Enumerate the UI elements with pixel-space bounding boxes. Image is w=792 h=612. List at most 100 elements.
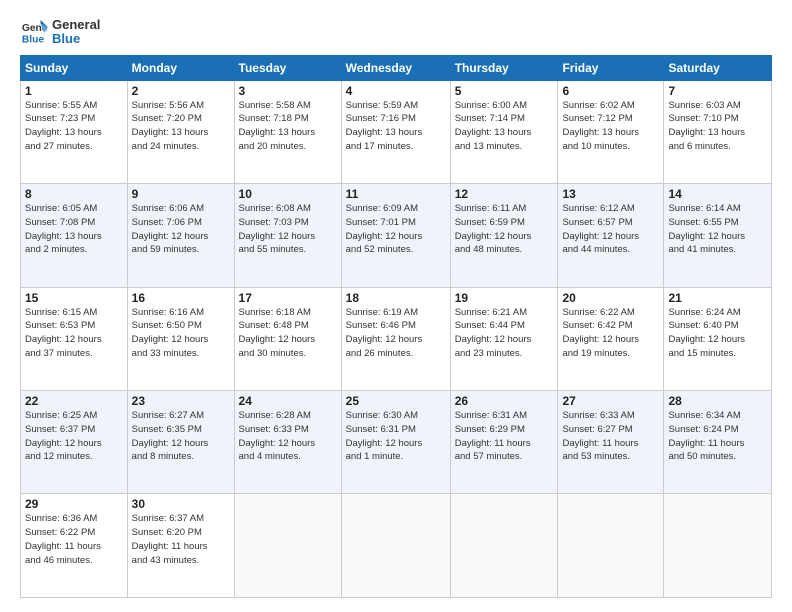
calendar-cell: 2Sunrise: 5:56 AM Sunset: 7:20 PM Daylig… [127,80,234,183]
calendar-cell [450,494,558,598]
logo-icon: General Blue [20,18,48,46]
calendar-cell: 10Sunrise: 6:08 AM Sunset: 7:03 PM Dayli… [234,184,341,287]
day-number: 8 [25,187,123,201]
calendar-cell: 16Sunrise: 6:16 AM Sunset: 6:50 PM Dayli… [127,287,234,390]
calendar-cell: 22Sunrise: 6:25 AM Sunset: 6:37 PM Dayli… [21,391,128,494]
day-number: 29 [25,497,123,511]
logo-text-blue: Blue [52,32,100,46]
day-info: Sunrise: 6:00 AM Sunset: 7:14 PM Dayligh… [455,99,554,154]
calendar-cell: 20Sunrise: 6:22 AM Sunset: 6:42 PM Dayli… [558,287,664,390]
day-info: Sunrise: 6:25 AM Sunset: 6:37 PM Dayligh… [25,409,123,464]
calendar-week-2: 8Sunrise: 6:05 AM Sunset: 7:08 PM Daylig… [21,184,772,287]
page: General Blue General Blue SundayMondayTu… [0,0,792,612]
calendar-cell: 24Sunrise: 6:28 AM Sunset: 6:33 PM Dayli… [234,391,341,494]
calendar-header-sunday: Sunday [21,55,128,80]
day-number: 14 [668,187,767,201]
day-number: 10 [239,187,337,201]
calendar-cell: 6Sunrise: 6:02 AM Sunset: 7:12 PM Daylig… [558,80,664,183]
calendar-cell: 30Sunrise: 6:37 AM Sunset: 6:20 PM Dayli… [127,494,234,598]
day-info: Sunrise: 6:16 AM Sunset: 6:50 PM Dayligh… [132,306,230,361]
day-number: 13 [562,187,659,201]
logo: General Blue General Blue [20,18,100,47]
calendar-cell [341,494,450,598]
calendar-cell: 11Sunrise: 6:09 AM Sunset: 7:01 PM Dayli… [341,184,450,287]
calendar-header-tuesday: Tuesday [234,55,341,80]
day-number: 1 [25,84,123,98]
day-number: 30 [132,497,230,511]
day-number: 17 [239,291,337,305]
calendar-cell: 14Sunrise: 6:14 AM Sunset: 6:55 PM Dayli… [664,184,772,287]
header: General Blue General Blue [20,18,772,47]
calendar-cell [558,494,664,598]
calendar-week-5: 29Sunrise: 6:36 AM Sunset: 6:22 PM Dayli… [21,494,772,598]
calendar-cell: 7Sunrise: 6:03 AM Sunset: 7:10 PM Daylig… [664,80,772,183]
day-number: 16 [132,291,230,305]
day-number: 11 [346,187,446,201]
calendar-cell: 21Sunrise: 6:24 AM Sunset: 6:40 PM Dayli… [664,287,772,390]
day-info: Sunrise: 6:18 AM Sunset: 6:48 PM Dayligh… [239,306,337,361]
day-number: 15 [25,291,123,305]
calendar-header-monday: Monday [127,55,234,80]
day-info: Sunrise: 6:02 AM Sunset: 7:12 PM Dayligh… [562,99,659,154]
day-info: Sunrise: 6:30 AM Sunset: 6:31 PM Dayligh… [346,409,446,464]
day-number: 24 [239,394,337,408]
day-info: Sunrise: 6:27 AM Sunset: 6:35 PM Dayligh… [132,409,230,464]
day-number: 5 [455,84,554,98]
day-info: Sunrise: 6:14 AM Sunset: 6:55 PM Dayligh… [668,202,767,257]
day-info: Sunrise: 5:59 AM Sunset: 7:16 PM Dayligh… [346,99,446,154]
day-number: 23 [132,394,230,408]
day-info: Sunrise: 6:11 AM Sunset: 6:59 PM Dayligh… [455,202,554,257]
day-info: Sunrise: 6:22 AM Sunset: 6:42 PM Dayligh… [562,306,659,361]
day-number: 20 [562,291,659,305]
day-info: Sunrise: 5:55 AM Sunset: 7:23 PM Dayligh… [25,99,123,154]
day-number: 3 [239,84,337,98]
day-info: Sunrise: 6:05 AM Sunset: 7:08 PM Dayligh… [25,202,123,257]
calendar-table: SundayMondayTuesdayWednesdayThursdayFrid… [20,55,772,598]
day-number: 19 [455,291,554,305]
calendar-cell: 15Sunrise: 6:15 AM Sunset: 6:53 PM Dayli… [21,287,128,390]
day-number: 21 [668,291,767,305]
day-number: 4 [346,84,446,98]
calendar-header-row: SundayMondayTuesdayWednesdayThursdayFrid… [21,55,772,80]
day-info: Sunrise: 6:15 AM Sunset: 6:53 PM Dayligh… [25,306,123,361]
calendar-cell: 29Sunrise: 6:36 AM Sunset: 6:22 PM Dayli… [21,494,128,598]
day-info: Sunrise: 6:21 AM Sunset: 6:44 PM Dayligh… [455,306,554,361]
day-info: Sunrise: 6:08 AM Sunset: 7:03 PM Dayligh… [239,202,337,257]
calendar-cell: 4Sunrise: 5:59 AM Sunset: 7:16 PM Daylig… [341,80,450,183]
calendar-cell: 26Sunrise: 6:31 AM Sunset: 6:29 PM Dayli… [450,391,558,494]
day-info: Sunrise: 5:56 AM Sunset: 7:20 PM Dayligh… [132,99,230,154]
calendar-week-4: 22Sunrise: 6:25 AM Sunset: 6:37 PM Dayli… [21,391,772,494]
day-number: 25 [346,394,446,408]
day-number: 28 [668,394,767,408]
calendar-header-thursday: Thursday [450,55,558,80]
day-number: 6 [562,84,659,98]
day-info: Sunrise: 5:58 AM Sunset: 7:18 PM Dayligh… [239,99,337,154]
calendar-cell: 8Sunrise: 6:05 AM Sunset: 7:08 PM Daylig… [21,184,128,287]
day-number: 9 [132,187,230,201]
calendar-cell: 5Sunrise: 6:00 AM Sunset: 7:14 PM Daylig… [450,80,558,183]
calendar-cell: 18Sunrise: 6:19 AM Sunset: 6:46 PM Dayli… [341,287,450,390]
day-info: Sunrise: 6:31 AM Sunset: 6:29 PM Dayligh… [455,409,554,464]
svg-text:Blue: Blue [22,35,45,46]
calendar-cell: 9Sunrise: 6:06 AM Sunset: 7:06 PM Daylig… [127,184,234,287]
calendar-header-wednesday: Wednesday [341,55,450,80]
calendar-cell [234,494,341,598]
calendar-cell: 23Sunrise: 6:27 AM Sunset: 6:35 PM Dayli… [127,391,234,494]
day-info: Sunrise: 6:19 AM Sunset: 6:46 PM Dayligh… [346,306,446,361]
calendar-header-saturday: Saturday [664,55,772,80]
calendar-week-3: 15Sunrise: 6:15 AM Sunset: 6:53 PM Dayli… [21,287,772,390]
calendar-cell: 17Sunrise: 6:18 AM Sunset: 6:48 PM Dayli… [234,287,341,390]
calendar-cell: 13Sunrise: 6:12 AM Sunset: 6:57 PM Dayli… [558,184,664,287]
calendar-cell: 1Sunrise: 5:55 AM Sunset: 7:23 PM Daylig… [21,80,128,183]
day-number: 18 [346,291,446,305]
day-number: 22 [25,394,123,408]
calendar-cell: 3Sunrise: 5:58 AM Sunset: 7:18 PM Daylig… [234,80,341,183]
calendar-cell: 12Sunrise: 6:11 AM Sunset: 6:59 PM Dayli… [450,184,558,287]
day-info: Sunrise: 6:24 AM Sunset: 6:40 PM Dayligh… [668,306,767,361]
day-number: 12 [455,187,554,201]
calendar-cell [664,494,772,598]
day-info: Sunrise: 6:37 AM Sunset: 6:20 PM Dayligh… [132,512,230,567]
calendar-cell: 25Sunrise: 6:30 AM Sunset: 6:31 PM Dayli… [341,391,450,494]
calendar-cell: 19Sunrise: 6:21 AM Sunset: 6:44 PM Dayli… [450,287,558,390]
day-info: Sunrise: 6:03 AM Sunset: 7:10 PM Dayligh… [668,99,767,154]
